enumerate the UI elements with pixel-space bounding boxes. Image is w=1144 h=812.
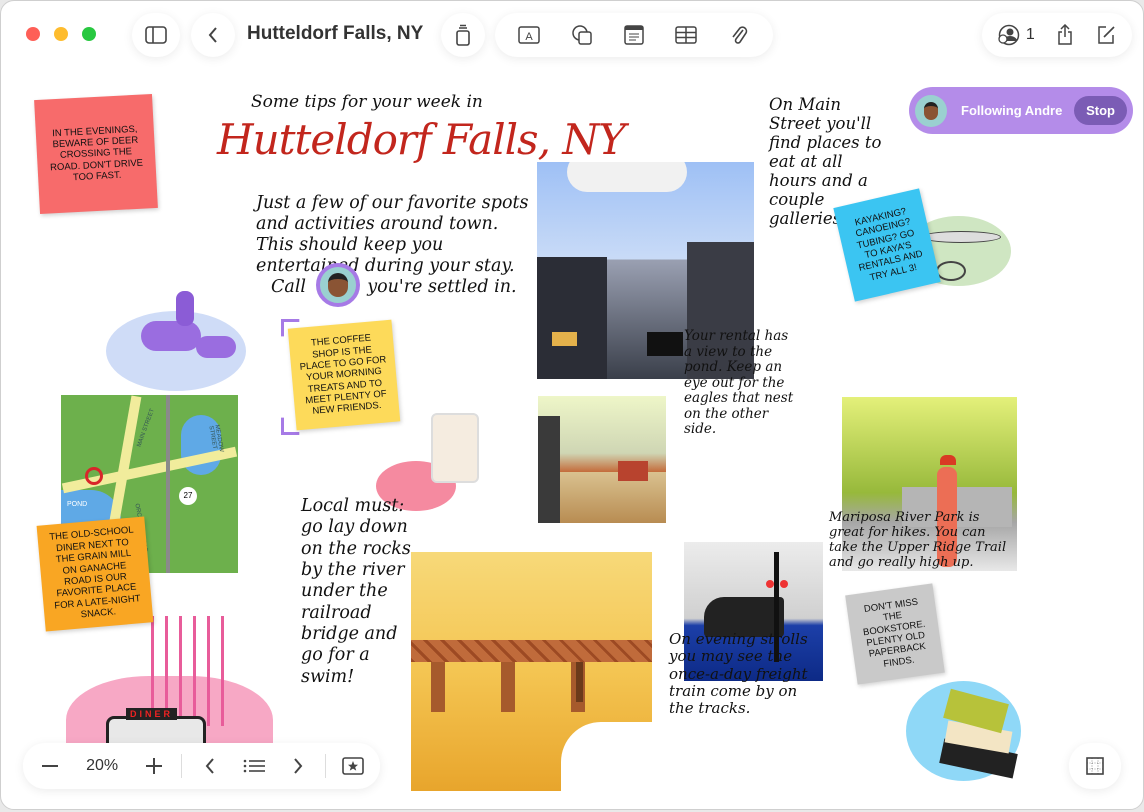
- table-button[interactable]: [669, 18, 703, 52]
- andre-cursor-avatar: [316, 263, 360, 307]
- previous-scene-button[interactable]: [193, 749, 227, 783]
- chevron-left-icon: [205, 758, 214, 774]
- zoom-out-button[interactable]: [33, 749, 67, 783]
- sticky-note-bookstore[interactable]: Don't miss the bookstore. Plenty old pap…: [845, 583, 945, 685]
- pond-deck-illustration[interactable]: [538, 396, 666, 523]
- intro-note[interactable]: Some tips for your week in: [251, 92, 483, 113]
- map-route-marker: 27: [179, 487, 197, 505]
- evening-strolls-note[interactable]: On evening strolls you may see the once-…: [669, 630, 819, 717]
- sticky-note-icon: [624, 25, 644, 45]
- diner-sign: DINER: [126, 708, 178, 720]
- stack-button[interactable]: [441, 13, 485, 57]
- svg-text:A: A: [526, 31, 534, 43]
- deer-illustration[interactable]: [101, 286, 246, 396]
- books-illustration[interactable]: [906, 681, 1021, 786]
- divider: [181, 754, 183, 778]
- sticky-note-button[interactable]: [617, 18, 651, 52]
- compose-icon: [1097, 26, 1115, 44]
- map-street-label: MAIN STREET: [136, 408, 156, 448]
- memoji-icon: [328, 273, 348, 297]
- sticky-note-coffee[interactable]: The coffee shop is the place to go for y…: [287, 319, 401, 431]
- board-title: Hutteldorf Falls, NY: [247, 23, 424, 44]
- local-must-note[interactable]: Local must: go lay down on the rocks by …: [301, 496, 411, 688]
- freeform-window: Hutteldorf Falls, NY A 1 POND 27 MAIN ST…: [0, 0, 1144, 810]
- close-window-button[interactable]: [26, 27, 40, 41]
- rental-note[interactable]: Your rental has a view to the pond. Keep…: [684, 328, 794, 438]
- stop-following-button[interactable]: Stop: [1074, 96, 1127, 125]
- plus-icon: [146, 758, 163, 774]
- andre-avatar: [915, 94, 947, 127]
- sidebar-toggle-button[interactable]: [132, 13, 180, 57]
- shapes-icon: [571, 25, 592, 45]
- collaboration-button[interactable]: 1: [991, 18, 1041, 52]
- mariposa-note[interactable]: Mariposa River Park is great for hikes. …: [829, 510, 1014, 571]
- minus-icon: [42, 765, 58, 767]
- grid-icon: [1086, 757, 1104, 775]
- board-canvas[interactable]: POND 27 MAIN STREET ORCHARD ROAD MEADOW …: [1, 71, 1143, 809]
- sidebar-icon: [145, 26, 167, 44]
- text-box-icon: A: [518, 26, 540, 44]
- chevron-right-icon: [293, 758, 303, 774]
- list-icon: [243, 759, 265, 773]
- insert-toolbar: A: [495, 13, 773, 57]
- scenes-list-button[interactable]: [237, 749, 271, 783]
- headline-note[interactable]: Hutteldorf Falls, NY: [217, 115, 626, 164]
- minimize-window-button[interactable]: [54, 27, 68, 41]
- zoom-level[interactable]: 20%: [77, 757, 127, 775]
- back-chevron-icon: [208, 27, 217, 43]
- add-scene-button[interactable]: [336, 749, 370, 783]
- zoom-in-button[interactable]: [137, 749, 171, 783]
- share-icon: [1058, 24, 1072, 45]
- map-pond-label: POND: [67, 501, 88, 508]
- grid-toggle-button[interactable]: [1069, 743, 1121, 789]
- next-scene-button[interactable]: [281, 749, 315, 783]
- collaboration-icon: [998, 24, 1020, 46]
- collaborators-count: 1: [1025, 26, 1035, 43]
- sticky-note-diner[interactable]: The old-school diner next to the grain m…: [36, 516, 154, 632]
- text-box-button[interactable]: A: [512, 18, 546, 52]
- share-button[interactable]: [1048, 18, 1082, 52]
- following-label: Following Andre: [961, 103, 1063, 118]
- table-icon: [675, 26, 698, 44]
- new-board-button[interactable]: [1089, 18, 1123, 52]
- zoom-window-button[interactable]: [82, 27, 96, 41]
- share-toolbar: 1: [982, 13, 1132, 57]
- zoom-navigation-bar: 20%: [23, 743, 380, 789]
- attach-button[interactable]: [722, 18, 756, 52]
- divider: [324, 754, 326, 778]
- shapes-button[interactable]: [565, 18, 599, 52]
- stack-icon: [456, 24, 470, 46]
- paperclip-icon: [732, 26, 747, 44]
- star-frame-icon: [342, 757, 364, 775]
- sticky-note-deer[interactable]: In the evenings, beware of deer crossing…: [34, 93, 158, 215]
- railroad-bridge-illustration[interactable]: [411, 552, 652, 791]
- intro-paragraph[interactable]: Just a few of our favorite spots and act…: [256, 193, 531, 298]
- back-button[interactable]: [191, 13, 235, 57]
- following-banner: Following Andre Stop: [909, 87, 1133, 134]
